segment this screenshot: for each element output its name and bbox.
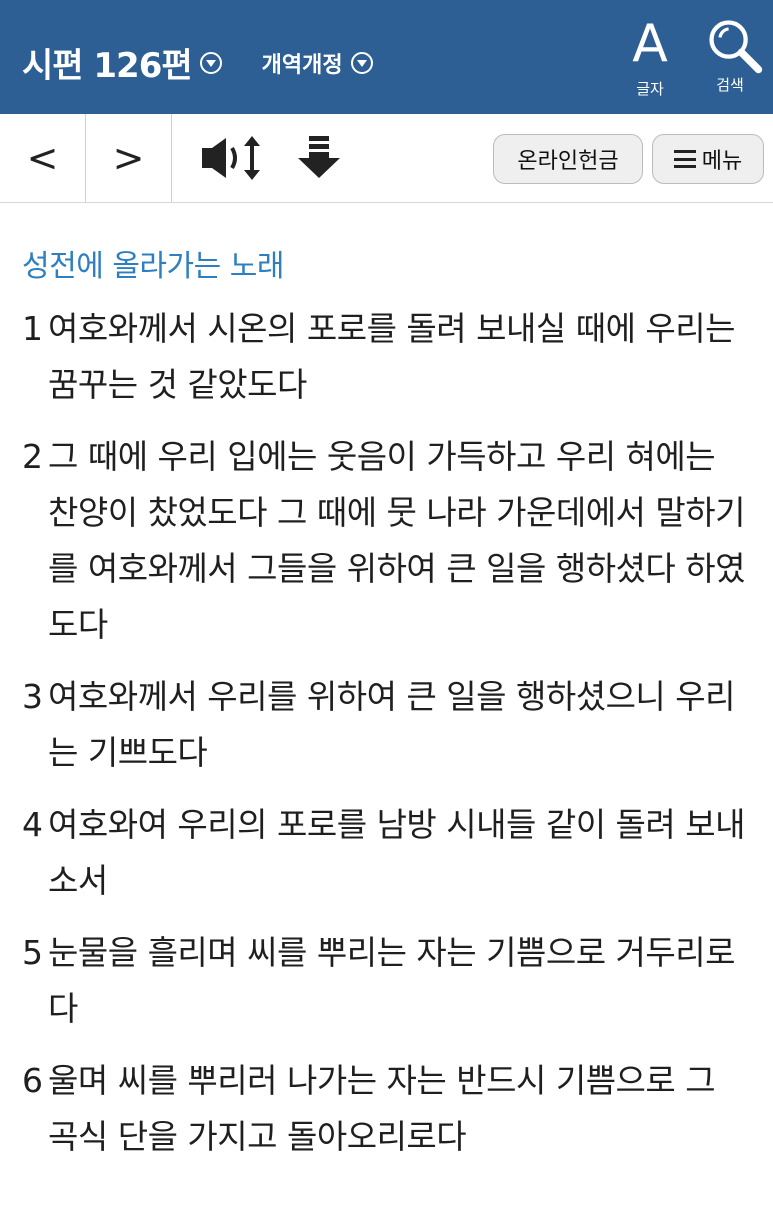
verse-text: 울며 씨를 뿌리러 나가는 자는 반드시 기쁨으로 그 곡식 단을 가지고 돌아…	[48, 1061, 716, 1156]
search-button[interactable]: 검색	[700, 14, 763, 95]
font-size-caption: 글자	[636, 80, 664, 98]
verse-text: 여호와께서 시온의 포로를 돌려 보내실 때에 우리는 꿈꾸는 것 같았도다	[48, 309, 736, 404]
toolbar: < > 온라인헌금 메뉴	[0, 114, 773, 203]
version-selector[interactable]: 개역개정	[262, 47, 343, 79]
verse-text: 그 때에 우리 입에는 웃음이 가득하고 우리 혀에는 찬양이 찼었도다 그 때…	[48, 437, 746, 644]
verse-number: 2	[22, 437, 43, 476]
verse[interactable]: 6 울며 씨를 뿌리러 나가는 자는 반드시 기쁨으로 그 곡식 단을 가지고 …	[22, 1053, 773, 1165]
verse[interactable]: 5 눈물을 흘리며 씨를 뿌리는 자는 기쁨으로 거두리로다	[22, 925, 773, 1037]
menu-label: 메뉴	[701, 149, 743, 174]
verse[interactable]: 1 여호와께서 시온의 포로를 돌려 보내실 때에 우리는 꿈꾸는 것 같았도다	[22, 301, 773, 413]
search-icon	[709, 20, 763, 74]
search-caption: 검색	[716, 76, 744, 94]
next-chapter-button[interactable]: >	[86, 114, 172, 202]
verse-number: 4	[22, 805, 43, 844]
scripture-content: 성전에 올라가는 노래 1 여호와께서 시온의 포로를 돌려 보내실 때에 우리…	[0, 247, 773, 1165]
font-size-icon: A	[632, 14, 668, 74]
chapter-dropdown-icon[interactable]	[199, 51, 222, 74]
chapter-selector[interactable]: 시편 126편	[22, 38, 193, 87]
psalm-heading: 성전에 올라가는 노래	[22, 249, 284, 284]
verse[interactable]: 3 여호와께서 우리를 위하여 큰 일을 행하셨으니 우리는 기쁘도다	[22, 669, 773, 781]
verse-number: 6	[22, 1061, 43, 1100]
verse[interactable]: 4 여호와여 우리의 포로를 남방 시내들 같이 돌려 보내소서	[22, 797, 773, 909]
prev-chapter-button[interactable]: <	[0, 114, 86, 202]
hamburger-icon	[673, 150, 696, 168]
app-header: 시편 126편 개역개정 A 글자 검색	[0, 0, 773, 114]
verse-number: 1	[22, 309, 43, 348]
verse-number: 3	[22, 677, 43, 716]
verse[interactable]: 2 그 때에 우리 입에는 웃음이 가득하고 우리 혀에는 찬양이 찼었도다 그…	[22, 429, 773, 653]
title-group: 시편 126편 개역개정	[22, 38, 373, 87]
verse-text: 여호와여 우리의 포로를 남방 시내들 같이 돌려 보내소서	[48, 805, 746, 900]
audio-speed-icon[interactable]	[200, 134, 266, 182]
version-dropdown-icon[interactable]	[350, 51, 373, 74]
online-offering-button[interactable]: 온라인헌금	[493, 134, 643, 184]
verse-text: 눈물을 흘리며 씨를 뿌리는 자는 기쁨으로 거두리로다	[48, 933, 736, 1028]
download-icon[interactable]	[296, 136, 342, 180]
font-size-button[interactable]: A 글자	[620, 14, 680, 99]
verse-number: 5	[22, 933, 43, 972]
menu-button[interactable]: 메뉴	[652, 134, 764, 184]
verse-text: 여호와께서 우리를 위하여 큰 일을 행하셨으니 우리는 기쁘도다	[48, 677, 736, 772]
